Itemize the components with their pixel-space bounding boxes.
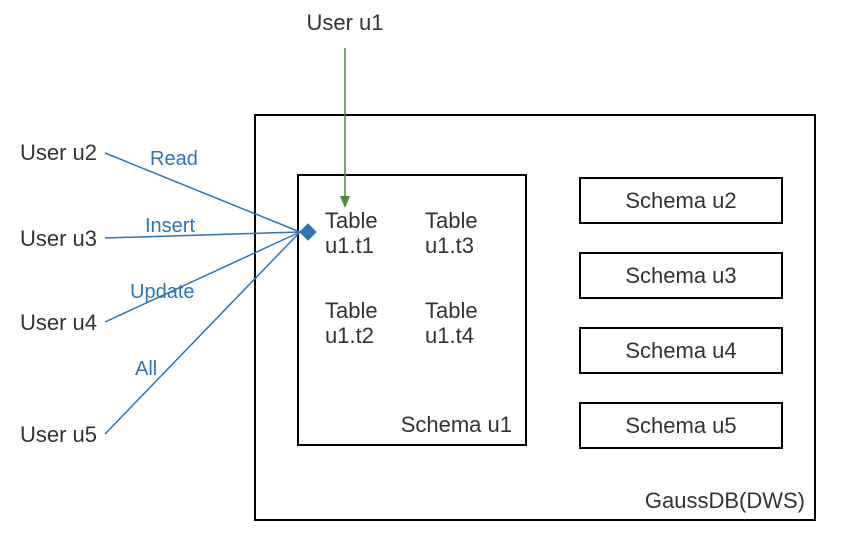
perm-update: Update — [130, 281, 195, 303]
user-u1-label: User u1 — [306, 10, 383, 35]
table-u1-t3-a: Table — [425, 208, 478, 233]
table-u1-t4-a: Table — [425, 298, 478, 323]
table-u1-t1-a: Table — [325, 208, 378, 233]
user-u4-label: User u4 — [20, 310, 97, 335]
line-u5 — [105, 232, 300, 434]
schema-u1-label: Schema u1 — [401, 412, 512, 437]
table-u1-t2-b: u1.t2 — [325, 323, 374, 348]
schema-u3-label: Schema u3 — [625, 263, 736, 288]
user-u3-label: User u3 — [20, 226, 97, 251]
perm-all: All — [135, 358, 157, 380]
table-u1-t2-a: Table — [325, 298, 378, 323]
db-label: GaussDB(DWS) — [645, 488, 805, 513]
line-u2 — [105, 153, 300, 232]
arrow-u1-head — [340, 196, 350, 208]
line-u4 — [105, 232, 300, 322]
table-u1-t4-b: u1.t4 — [425, 323, 474, 348]
table-u1-t3-b: u1.t3 — [425, 233, 474, 258]
diagram-canvas: GaussDB(DWS) Schema u1 Table u1.t1 Table… — [0, 0, 848, 543]
schema-u2-label: Schema u2 — [625, 188, 736, 213]
table-u1-t1-b: u1.t1 — [325, 233, 374, 258]
perm-read: Read — [150, 148, 198, 170]
schema-u5-label: Schema u5 — [625, 413, 736, 438]
user-u5-label: User u5 — [20, 422, 97, 447]
perm-insert: Insert — [145, 215, 195, 237]
converge-diamond-icon — [300, 224, 316, 240]
schema-u4-label: Schema u4 — [625, 338, 736, 363]
line-u3 — [105, 232, 300, 238]
user-u2-label: User u2 — [20, 140, 97, 165]
